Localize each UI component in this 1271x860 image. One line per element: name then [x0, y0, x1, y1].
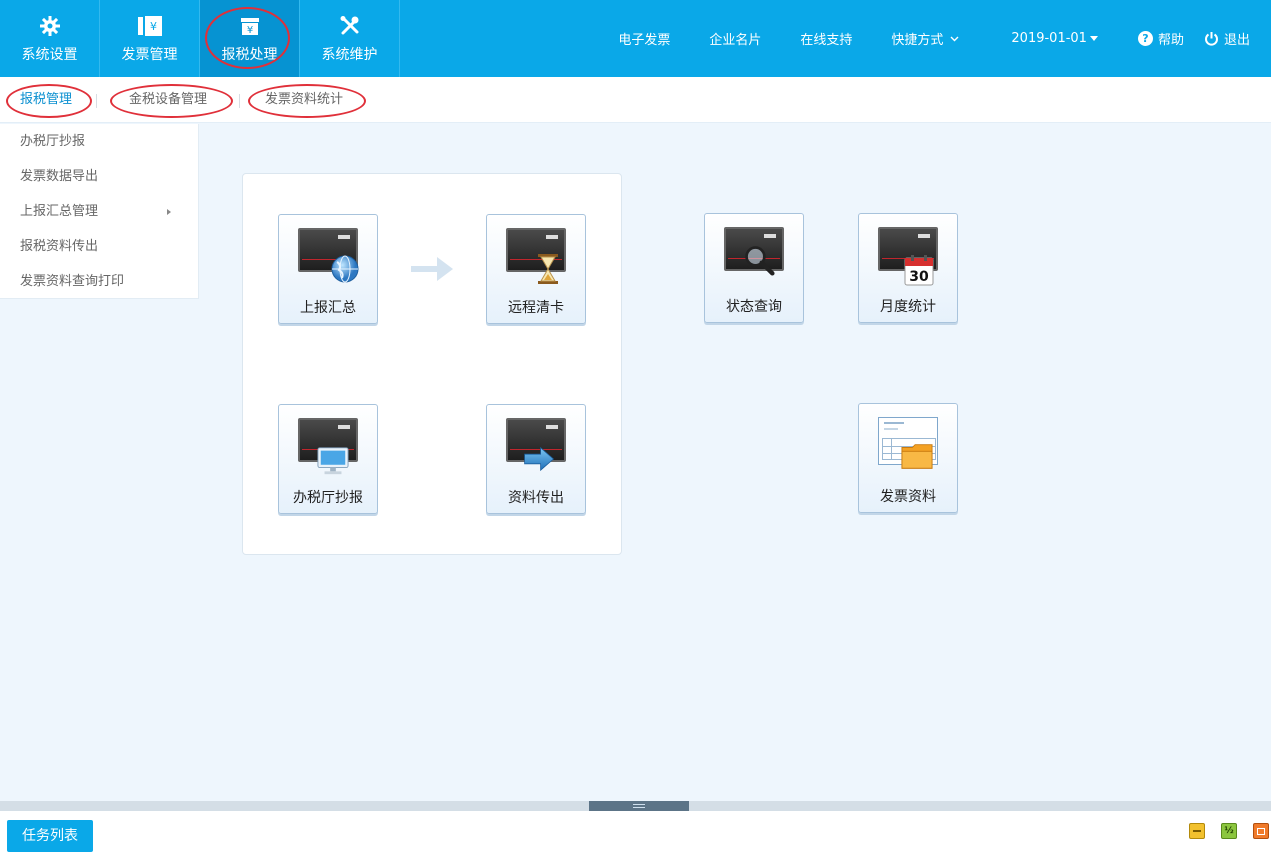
company-card-link[interactable]: 企业名片 [709, 29, 761, 48]
gear-icon [39, 14, 61, 38]
tile-data-export[interactable]: 资料传出 [486, 404, 586, 514]
tile-label: 发票资料 [880, 489, 936, 505]
nav-label: 系统设置 [21, 46, 78, 63]
tile-hall-copy[interactable]: 办税厅抄报 [278, 404, 378, 514]
menu-item-invoice-query-print[interactable]: 发票资料查询打印 [0, 264, 198, 299]
tile-report-summary[interactable]: 上报汇总 [278, 214, 378, 324]
tile-monthly-stats[interactable]: 30 月度统计 [858, 213, 958, 323]
monitor-icon [317, 445, 349, 477]
tab-golden-tax-device[interactable]: 金税设备管理 [129, 77, 207, 123]
menu-item-invoice-export[interactable]: 发票数据导出 [0, 159, 198, 194]
menu-item-data-transfer[interactable]: 报税资料传出 [0, 229, 198, 264]
svg-text:¥: ¥ [246, 25, 252, 36]
nav-system-settings[interactable]: 系统设置 [0, 0, 100, 77]
panel-splitter-handle[interactable] [589, 801, 689, 811]
tile-label: 远程清卡 [508, 300, 564, 316]
top-header: 系统设置 ¥ 发票管理 ¥ 报税处理 系统维护 电子发票 企业名片 在线支持 快… [0, 0, 1271, 77]
date-value: 2019-01-01 [1011, 31, 1087, 46]
svg-text:¥: ¥ [150, 20, 157, 33]
chevron-right-icon [167, 209, 171, 215]
tile-remote-clear[interactable]: 远程清卡 [486, 214, 586, 324]
sub-tab-bar: 报税管理 金税设备管理 发票资料统计 [0, 77, 1271, 123]
grip-icon [633, 804, 645, 808]
help-label: 帮助 [1157, 33, 1184, 48]
nav-system-maintenance[interactable]: 系统维护 [300, 0, 400, 77]
tab-tax-management[interactable]: 报税管理 [20, 77, 72, 123]
einvoice-link[interactable]: 电子发票 [618, 29, 670, 48]
logout-button[interactable]: 退出 [1204, 29, 1250, 48]
half-icon[interactable]: ½ [1221, 823, 1237, 839]
tab-invoice-statistics[interactable]: 发票资料统计 [265, 77, 343, 123]
minimize-icon[interactable] [1189, 823, 1205, 839]
tile-status-query[interactable]: 状态查询 [704, 213, 804, 323]
nav-label: 系统维护 [321, 46, 378, 63]
help-button[interactable]: ? 帮助 [1137, 29, 1184, 48]
shortcut-label: 快捷方式 [891, 33, 944, 48]
tile-label: 状态查询 [726, 299, 782, 315]
invoice-icon: ¥ [137, 14, 163, 38]
menu-item-hall-copy[interactable]: 办税厅抄报 [0, 124, 198, 159]
logout-label: 退出 [1223, 33, 1250, 48]
tile-label: 资料传出 [508, 490, 564, 506]
main-nav: 系统设置 ¥ 发票管理 ¥ 报税处理 系统维护 [0, 0, 400, 77]
question-icon: ? [1137, 31, 1153, 46]
calendar-day: 30 [909, 269, 929, 285]
tile-invoice-data[interactable]: 发票资料 [858, 403, 958, 513]
tax-box-icon: ¥ [239, 14, 261, 38]
online-support-link[interactable]: 在线支持 [800, 29, 852, 48]
nav-label: 发票管理 [121, 46, 178, 63]
flow-arrow-icon [411, 257, 453, 281]
caret-down-icon [1089, 36, 1098, 41]
menu-item-label: 上报汇总管理 [20, 204, 99, 219]
nav-tax-processing[interactable]: ¥ 报税处理 [200, 0, 300, 77]
globe-icon [329, 253, 361, 285]
tile-label: 上报汇总 [300, 300, 356, 316]
tools-icon [339, 14, 361, 38]
tab-divider [96, 94, 97, 108]
nav-label: 报税处理 [221, 46, 278, 63]
top-links: 电子发票 企业名片 在线支持 快捷方式 2019-01-01 ? 帮助 退出 [618, 0, 1271, 77]
magnifier-icon [743, 244, 775, 276]
tile-label: 月度统计 [880, 299, 936, 315]
folder-icon [901, 440, 933, 472]
tab-divider [239, 94, 240, 108]
date-selector[interactable]: 2019-01-01 [1011, 31, 1098, 46]
bottom-bar: 任务列表 ½ [0, 811, 1271, 860]
menu-item-report-summary[interactable]: 上报汇总管理 [0, 194, 198, 229]
maximize-icon[interactable] [1253, 823, 1269, 839]
tile-label: 办税厅抄报 [293, 490, 363, 506]
chevron-down-icon [950, 36, 959, 41]
calendar-icon: 30 [903, 254, 935, 286]
nav-invoice-management[interactable]: ¥ 发票管理 [100, 0, 200, 77]
left-menu: 办税厅抄报 发票数据导出 上报汇总管理 报税资料传出 发票资料查询打印 [0, 124, 199, 299]
hourglass-icon [532, 253, 564, 285]
shortcut-dropdown[interactable]: 快捷方式 [891, 29, 959, 48]
task-list-button[interactable]: 任务列表 [7, 820, 93, 852]
arrow-right-icon [523, 443, 555, 475]
power-icon [1204, 32, 1218, 46]
